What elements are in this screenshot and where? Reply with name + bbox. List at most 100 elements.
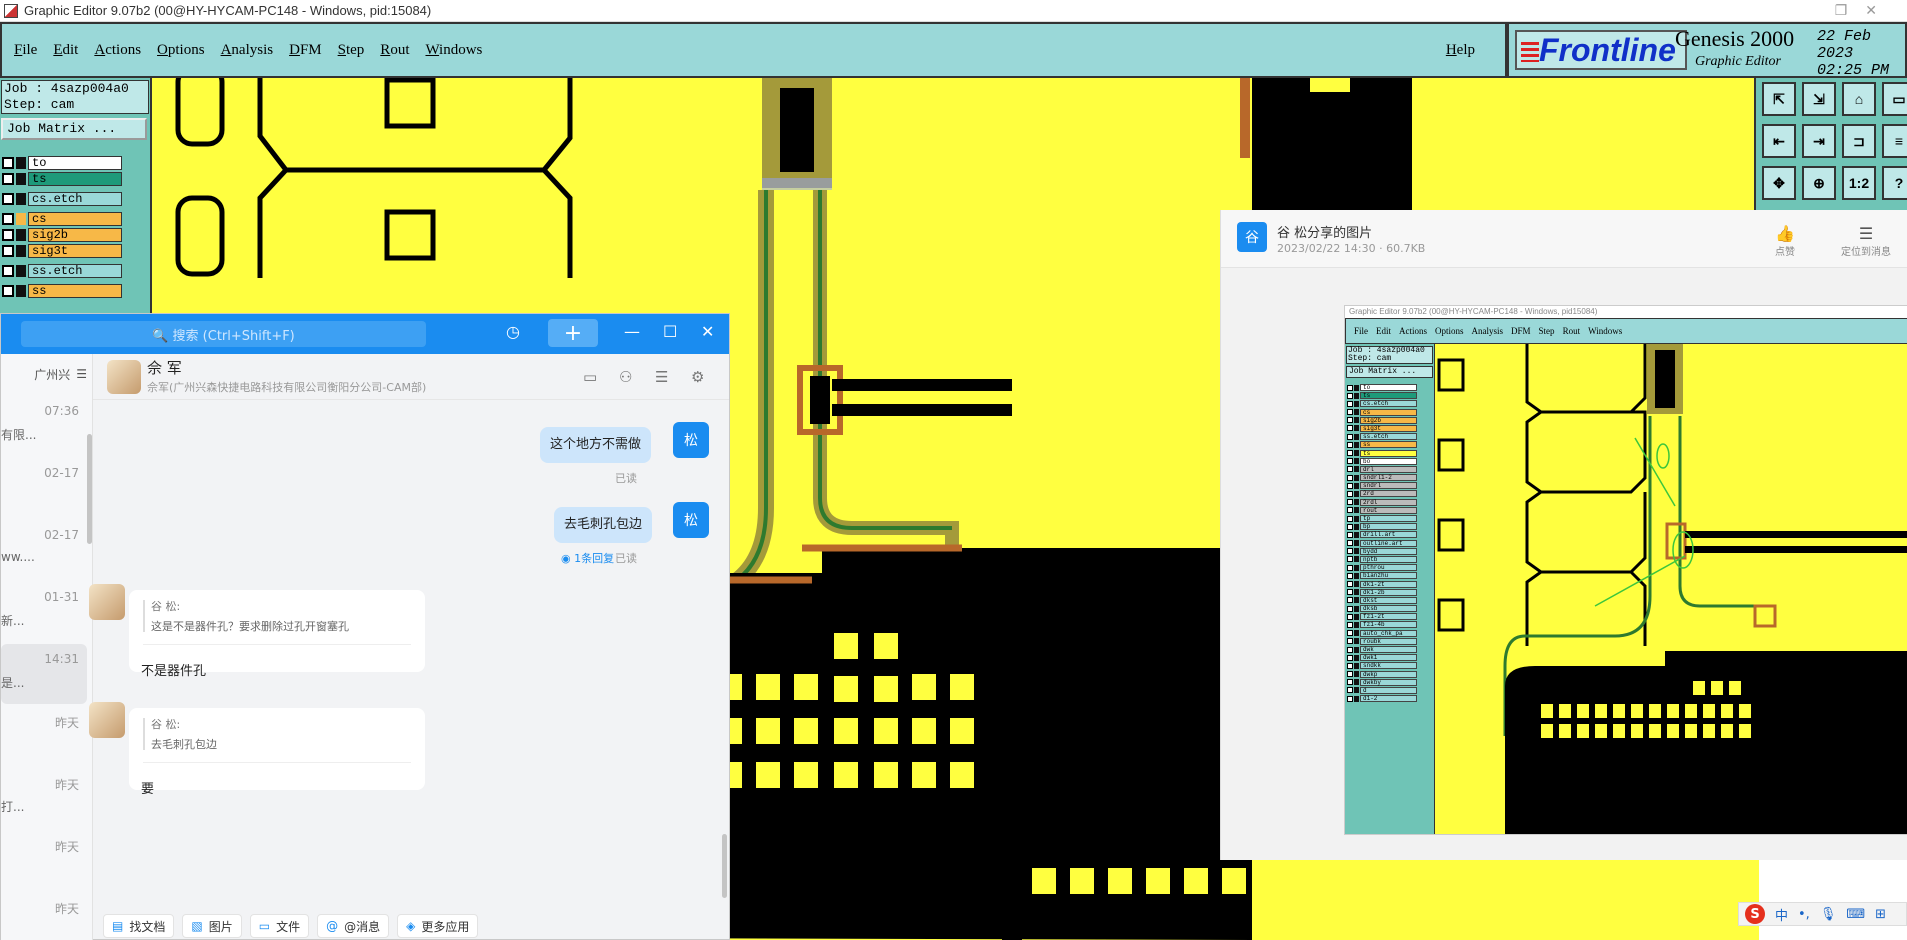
settings-icon[interactable]: ⚙ [691,368,704,386]
tool-scale-button[interactable]: 1:2 [1842,166,1876,200]
layer-checkbox[interactable] [2,213,14,225]
menu-icon[interactable]: ☰ [76,367,87,381]
menu-dfm[interactable]: DFM [289,42,322,59]
apps-grid-icon[interactable]: ⊞ [1875,907,1886,922]
tool-home-icon[interactable]: ⌂ [1842,82,1876,116]
conversation-item-active[interactable]: 14:31 是... [1,644,87,704]
tool-measure-icon[interactable]: ⊐ [1842,124,1876,158]
tool-center-icon[interactable]: ⊕ [1802,166,1836,200]
conversation-item[interactable]: 02-17 [1,458,87,518]
close-icon[interactable]: ✕ [701,322,714,341]
folder-icon[interactable]: ▭ [583,368,597,386]
tool-pan-right-icon[interactable]: ⇥ [1802,124,1836,158]
layer-row[interactable]: ts [2,172,122,186]
thumb-layer-row: drl [1347,465,1417,473]
layer-row[interactable]: cs.etch [2,192,122,206]
layer-row[interactable]: cs [2,212,122,226]
divider [143,644,411,645]
layer-row[interactable]: sig2b [2,228,122,242]
conversation-item[interactable]: 01-31 新... [1,582,87,642]
my-avatar[interactable]: 松 [673,422,709,458]
layer-checkbox[interactable] [2,157,14,169]
close-icon[interactable]: ✕ [1865,2,1895,18]
layer-row[interactable]: ss.etch [2,264,122,278]
mention-button[interactable]: @ @消息 [317,914,390,938]
contact-avatar[interactable] [89,584,125,620]
search-input[interactable]: 🔍 搜索 (Ctrl+Shift+F) [21,321,426,347]
minimize-icon[interactable]: — [624,322,640,341]
reply-card[interactable]: 谷 松: 去毛刺孔包边 要 [129,708,425,797]
maximize-icon[interactable]: ☐ [663,322,677,341]
tool-help-button[interactable]: ? [1882,166,1907,200]
my-message[interactable]: 这个地方不需做 [540,427,652,463]
reply-count-link[interactable]: ◉ 1条回复 [561,550,614,566]
job-matrix-button[interactable]: Job Matrix ... [1,118,147,140]
history-icon[interactable]: ◷ [506,322,520,341]
layer-checkbox[interactable] [2,173,14,185]
menu-help[interactable]: Help [1446,42,1475,59]
find-doc-button[interactable]: ▤ 找文档 [103,914,175,938]
conversation-item[interactable]: 07:36 有限... [1,396,87,456]
tool-pan-left-icon[interactable]: ⇤ [1762,124,1796,158]
my-avatar[interactable]: 松 [673,502,709,538]
quote-bar [143,718,145,750]
menu-analysis[interactable]: Analysis [221,42,274,59]
contact-avatar[interactable] [107,360,141,394]
conversation-item[interactable]: 昨天 [1,706,87,766]
layer-checkbox[interactable] [2,245,14,257]
conversation-scrollbar[interactable] [87,434,92,544]
menu-rout[interactable]: Rout [380,42,409,59]
conversation-item[interactable]: 02-17 ww.... [1,520,87,580]
conversation-time: 昨天 [54,716,79,730]
contact-avatar[interactable] [89,702,125,738]
tool-snap-icon[interactable]: ≡ [1882,124,1907,158]
restore-icon[interactable]: ❐ [1835,2,1866,18]
menu-windows[interactable]: Windows [425,42,482,59]
layer-checkbox[interactable] [2,265,14,277]
add-member-icon[interactable]: ⚇ [619,368,632,386]
my-message[interactable]: 去毛刺孔包边 [554,507,653,543]
file-button[interactable]: ▭ 文件 [249,914,310,938]
thumb-layer-row: tp [1347,515,1417,522]
menu-file[interactable]: File [14,42,37,59]
menu-actions[interactable]: Actions [94,42,141,59]
thumb-layer-row: dk1-2t [1347,580,1417,588]
punctuation-icon[interactable]: •, [1798,907,1810,922]
reply-card[interactable]: 谷 松: 这是不是器件孔？要求删除过孔开窗塞孔 不是器件孔 [129,590,425,679]
tool-zoom-home-icon[interactable]: ⇱ [1762,82,1796,116]
ime-mode[interactable]: 中 [1775,905,1788,924]
window-controls[interactable]: ❐✕ [1835,2,1895,19]
menu-edit[interactable]: Edit [53,42,78,59]
more-apps-button[interactable]: ◈ 更多应用 [397,914,479,938]
search-history-icon[interactable]: ☰ [655,368,668,386]
message-scrollbar[interactable] [722,834,727,898]
layer-row[interactable]: ss [2,284,122,298]
layer-row[interactable]: to [2,156,122,170]
date-time: 22 Feb 2023 02:25 PM [1817,28,1905,79]
layer-checkbox[interactable] [2,193,14,205]
sogou-icon[interactable]: S [1745,904,1765,924]
locate-message-button[interactable]: ☰ 定位到消息 [1841,224,1891,258]
tool-zoom-out-icon[interactable]: ⇲ [1802,82,1836,116]
tool-fit-icon[interactable]: ✥ [1762,166,1796,200]
layer-checkbox[interactable] [2,285,14,297]
like-button[interactable]: 👍 点赞 [1775,224,1795,258]
thumb-layer-checkbox [1347,589,1353,596]
conversation-item[interactable]: 昨天 [1,830,87,890]
sharer-avatar[interactable]: 谷 [1237,222,1267,252]
add-button[interactable]: + [548,319,598,347]
thumb-layer-checkbox [1347,482,1353,489]
keyboard-icon[interactable]: ⌨ [1846,907,1865,922]
conversation-item[interactable]: 昨天 [1,892,87,940]
image-button[interactable]: ▧ 图片 [182,914,242,938]
tool-window-icon[interactable]: ▭ [1882,82,1907,116]
image-viewer: 谷 谷 松分享的图片 2023/02/22 14:30 · 60.7KB 👍 点赞… [1220,210,1907,860]
conversation-item[interactable]: 昨天 打... [1,768,87,828]
menu-options[interactable]: Options [157,42,205,59]
layer-checkbox[interactable] [2,229,14,241]
mic-icon[interactable]: 🎙 [1820,907,1837,922]
shared-image[interactable]: Graphic Editor 9.07b2 (00@HY-HYCAM-PC148… [1344,305,1907,835]
menu-step[interactable]: Step [338,42,365,59]
layer-swatch [16,173,26,185]
layer-row[interactable]: sig3t [2,244,122,258]
